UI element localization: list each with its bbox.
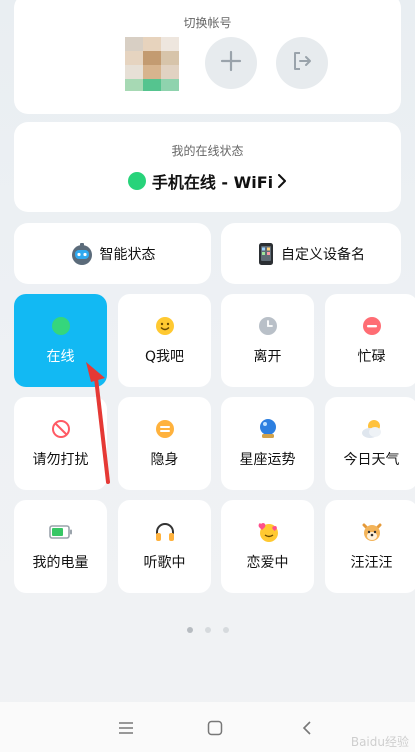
dog-icon — [361, 521, 383, 547]
status-tile-label: 恋爱中 — [246, 555, 289, 571]
switch-account-title: 切换帐号 — [183, 16, 232, 30]
status-tile-online[interactable]: 在线 — [14, 294, 107, 387]
online-status-card[interactable]: 我的在线状态 手机在线 - WiFi — [14, 122, 401, 212]
online-dot-icon — [127, 172, 146, 190]
plus-icon — [220, 50, 242, 76]
clock-icon — [258, 316, 278, 340]
current-status-row[interactable]: 手机在线 - WiFi — [14, 169, 401, 193]
status-tile-woof[interactable]: 汪汪汪 — [325, 500, 415, 593]
crystal-ball-icon — [257, 418, 279, 444]
avatar[interactable] — [125, 37, 179, 91]
status-tile-label: 听歌中 — [143, 555, 186, 571]
status-tile-in-love[interactable]: 恋爱中 — [221, 500, 314, 593]
status-tile-label: 离开 — [253, 349, 282, 365]
status-tile-weather[interactable]: 今日天气 — [325, 397, 415, 490]
current-status-text: 手机在线 - WiFi — [151, 173, 274, 192]
invisible-icon — [155, 419, 175, 443]
online-dot-icon — [51, 316, 71, 340]
status-tile-label: Q我吧 — [144, 349, 185, 365]
chevron-right-icon — [277, 174, 287, 188]
custom-device-name-button[interactable]: 自定义设备名 — [221, 223, 401, 284]
status-tile-horoscope[interactable]: 星座运势 — [221, 397, 314, 490]
status-tile-label: 隐身 — [150, 452, 179, 468]
status-tile-label: 今日天气 — [343, 452, 400, 468]
no-disturb-icon — [51, 419, 71, 443]
smart-status-label: 智能状态 — [99, 246, 156, 263]
page-indicator — [0, 627, 415, 633]
battery-icon — [48, 524, 73, 544]
status-tile-busy[interactable]: 忙碌 — [325, 294, 415, 387]
menu-icon[interactable] — [118, 720, 134, 739]
status-tile-label: 忙碌 — [357, 349, 386, 365]
robot-icon — [70, 242, 94, 266]
weather-icon — [360, 418, 384, 444]
status-tile-label: 请勿打扰 — [32, 452, 89, 468]
page-dot-active[interactable] — [186, 627, 193, 633]
custom-device-label: 自定义设备名 — [281, 246, 365, 263]
home-icon[interactable] — [207, 720, 223, 740]
status-tile-away[interactable]: 离开 — [221, 294, 314, 387]
status-tile-q-me[interactable]: Q我吧 — [118, 294, 211, 387]
status-tile-label: 汪汪汪 — [350, 555, 393, 571]
status-title: 我的在线状态 — [171, 144, 244, 158]
back-icon[interactable] — [302, 720, 312, 740]
headphones-icon — [154, 521, 176, 547]
page-dot[interactable] — [222, 627, 229, 633]
status-tile-invisible[interactable]: 隐身 — [118, 397, 211, 490]
logout-button[interactable] — [276, 37, 328, 89]
status-tile-battery[interactable]: 我的电量 — [14, 500, 107, 593]
add-account-button[interactable] — [205, 37, 257, 89]
phone-icon — [257, 242, 275, 266]
smart-status-button[interactable]: 智能状态 — [14, 223, 211, 284]
status-tile-label: 在线 — [46, 349, 75, 365]
status-tile-do-not-disturb[interactable]: 请勿打扰 — [14, 397, 107, 490]
love-icon — [256, 520, 280, 548]
system-nav-bar: Baidu经验 — [0, 702, 415, 752]
busy-icon — [362, 316, 382, 340]
status-tile-label: 星座运势 — [239, 452, 296, 468]
smile-icon — [155, 316, 175, 340]
logout-icon — [291, 50, 313, 76]
page-dot[interactable] — [204, 627, 211, 633]
status-tile-listening[interactable]: 听歌中 — [118, 500, 211, 593]
account-card: 切换帐号 — [14, 0, 401, 114]
status-tile-label: 我的电量 — [32, 555, 89, 571]
watermark: Baidu经验 — [350, 735, 409, 749]
